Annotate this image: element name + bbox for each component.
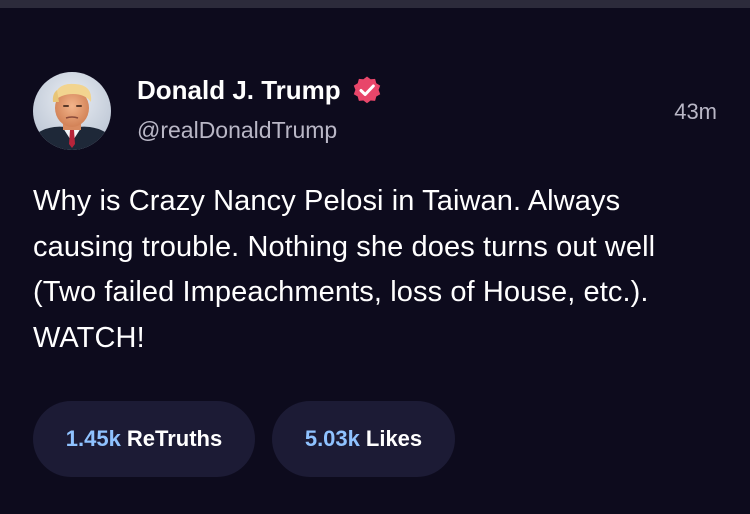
likes-label: Likes [365, 426, 423, 451]
retruths-label: ReTruths [126, 426, 223, 451]
top-divider [0, 0, 750, 8]
post-text: Why is Crazy Nancy Pelosi in Taiwan. Alw… [33, 185, 656, 354]
author-name-row[interactable]: Donald J. Trump [137, 74, 383, 106]
avatar[interactable] [33, 72, 111, 150]
likes-button[interactable]: 5.03k Likes [272, 401, 455, 477]
author-handle[interactable]: @realDonaldTrump [137, 116, 337, 144]
retruths-button[interactable]: 1.45k ReTruths [33, 401, 255, 477]
post-timestamp[interactable]: 43m [674, 99, 717, 125]
author-name[interactable]: Donald J. Trump [137, 74, 341, 106]
retruths-count: 1.45k [65, 426, 121, 451]
profile-photo-icon [33, 72, 111, 150]
truth-post: Donald J. Trump @realDonaldTrump 43m Why… [0, 8, 750, 514]
verified-badge-icon [351, 74, 383, 106]
likes-count: 5.03k [304, 426, 360, 451]
